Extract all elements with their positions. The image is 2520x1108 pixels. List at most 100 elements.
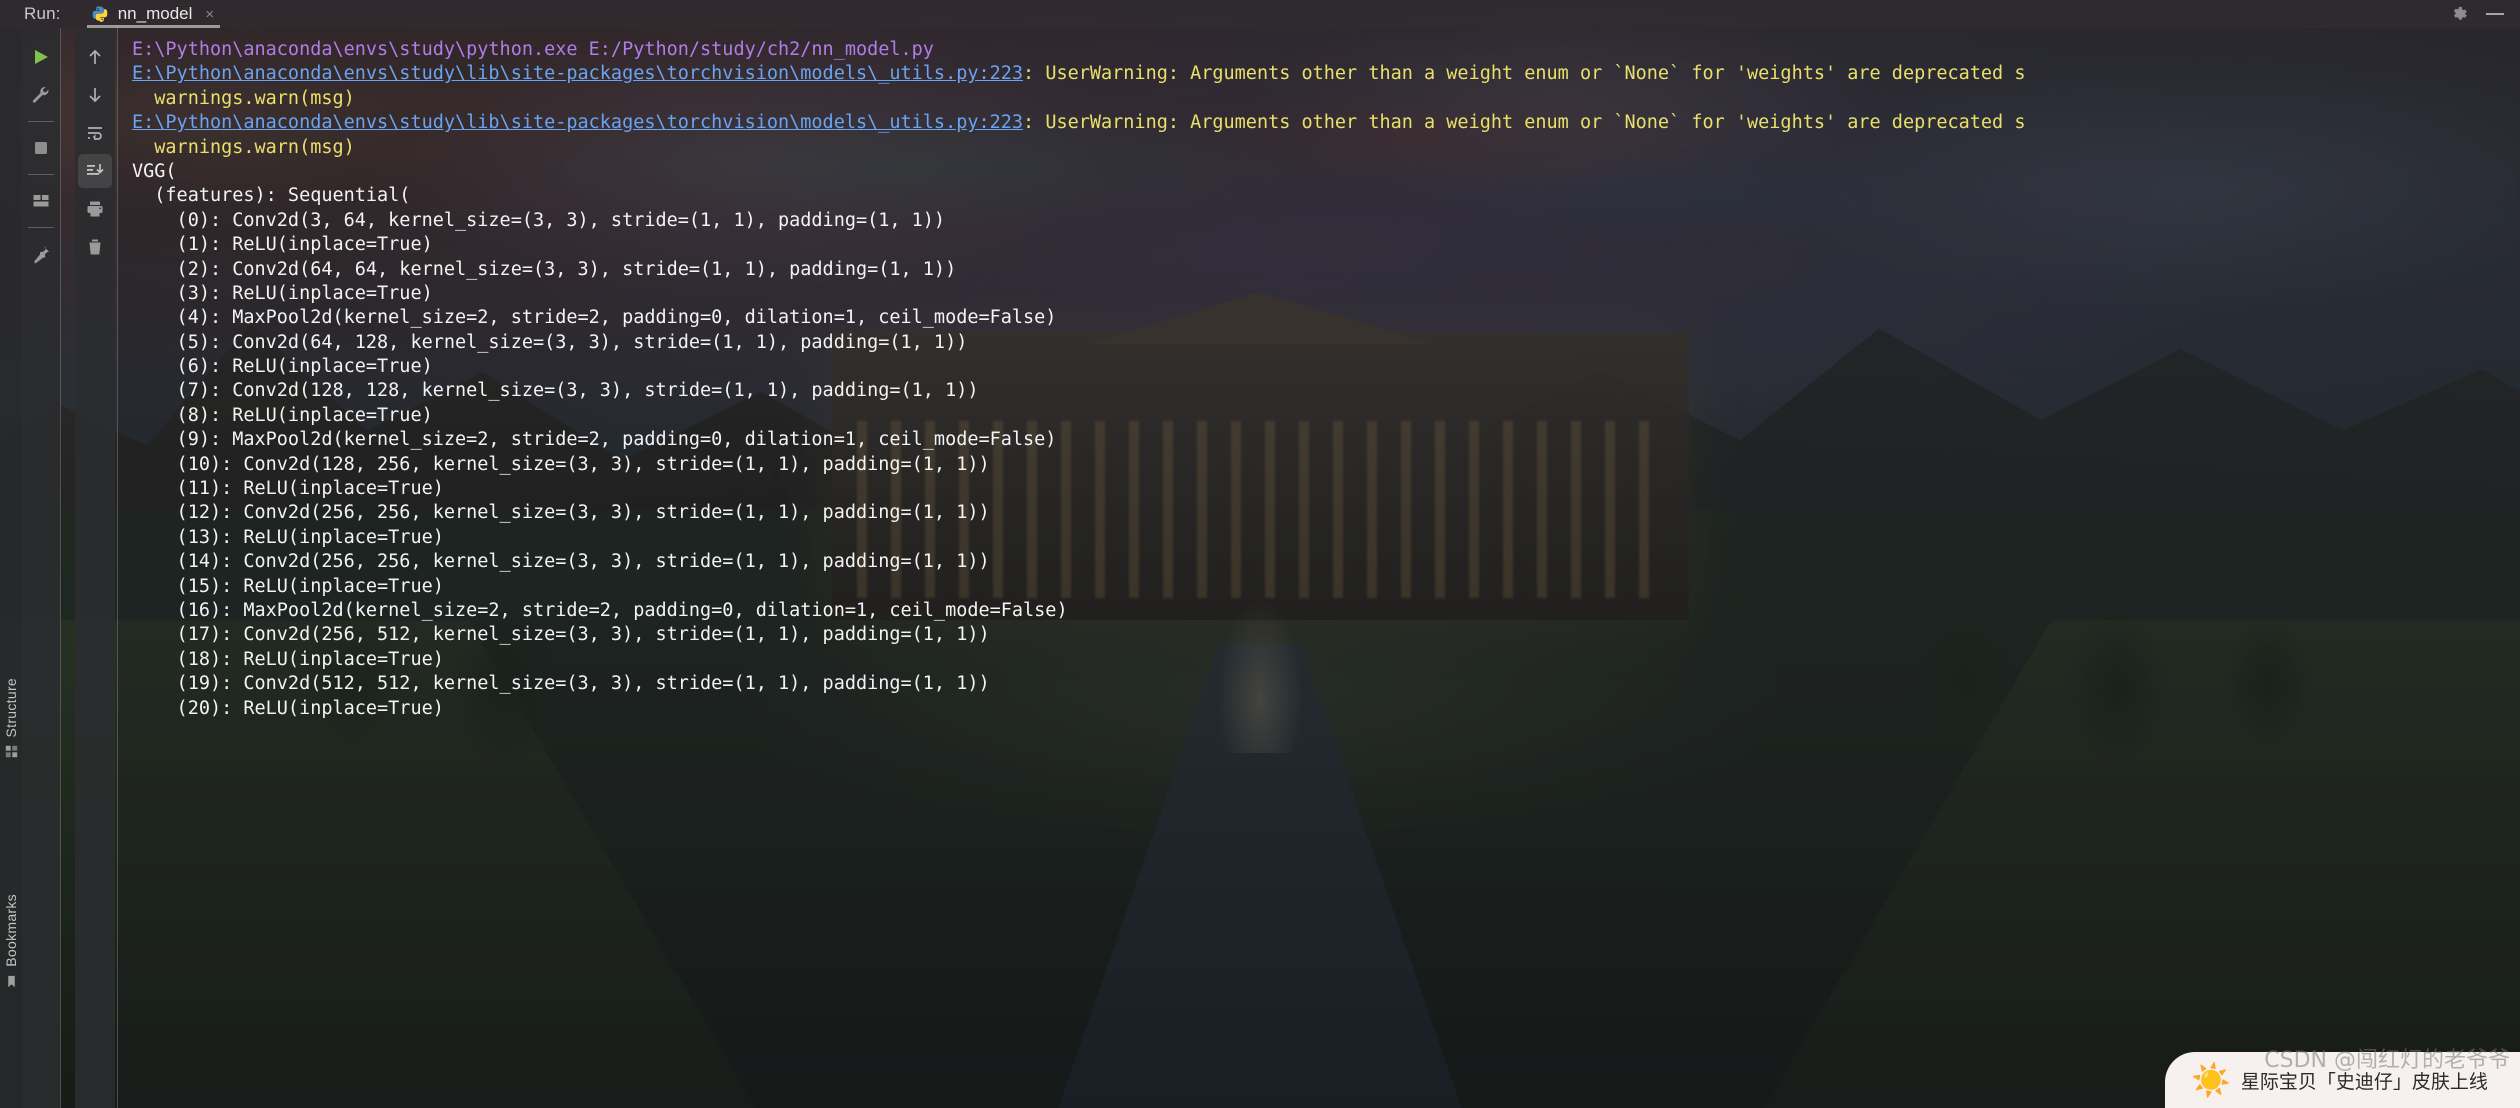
trash-icon <box>89 239 101 255</box>
printer-icon <box>87 201 103 217</box>
run-tab-strip: nn_model × <box>83 0 224 28</box>
scroll-to-end-icon <box>87 164 104 175</box>
console-line: VGG( <box>132 160 2520 184</box>
soft-wrap-button[interactable] <box>78 116 112 150</box>
python-icon <box>92 6 107 22</box>
console-line: (14): Conv2d(256, 256, kernel_size=(3, 3… <box>132 550 2520 574</box>
console-line: E:\Python\anaconda\envs\study\lib\site-p… <box>132 111 2520 135</box>
console-text: (8): ReLU(inplace=True) <box>132 404 433 426</box>
console-actions-toolbar <box>75 28 115 1108</box>
console-text: (12): Conv2d(256, 256, kernel_size=(3, 3… <box>132 502 990 524</box>
soft-wrap-icon <box>88 127 102 140</box>
sidebar-item-bookmarks-label: Bookmarks <box>3 894 19 967</box>
toolbar-divider <box>28 227 54 228</box>
console-text: (4): MaxPool2d(kernel_size=2, stride=2, … <box>132 307 1057 329</box>
left-tool-window-strip: Structure Bookmarks <box>0 28 22 1108</box>
console-text: (19): Conv2d(512, 512, kernel_size=(3, 3… <box>132 673 990 695</box>
console-text: (16): MaxPool2d(kernel_size=2, stride=2,… <box>132 599 1068 621</box>
rail-divider-2 <box>117 28 118 1108</box>
console-line: (12): Conv2d(256, 256, kernel_size=(3, 3… <box>132 501 2520 525</box>
sidebar-item-structure-label: Structure <box>3 677 19 738</box>
console-text: (10): Conv2d(128, 256, kernel_size=(3, 3… <box>132 453 990 475</box>
stop-button[interactable] <box>24 131 58 165</box>
console-line: (5): Conv2d(64, 128, kernel_size=(3, 3),… <box>132 331 2520 355</box>
edit-configurations-button[interactable] <box>24 78 58 112</box>
console-text: (5): Conv2d(64, 128, kernel_size=(3, 3),… <box>132 331 968 353</box>
console-warning-text: : UserWarning: Arguments other than a we… <box>1023 63 2026 85</box>
console-line: (10): Conv2d(128, 256, kernel_size=(3, 3… <box>132 453 2520 477</box>
console-line: (18): ReLU(inplace=True) <box>132 648 2520 672</box>
tab-nn-model[interactable]: nn_model × <box>83 0 224 28</box>
console-text: (18): ReLU(inplace=True) <box>132 648 444 670</box>
console-line: E:\Python\anaconda\envs\study\python.exe… <box>132 38 2520 62</box>
sun-icon: ☀️ <box>2191 1062 2231 1098</box>
layout-button[interactable] <box>24 184 58 218</box>
pin-icon <box>34 246 49 264</box>
console-line: (17): Conv2d(256, 512, kernel_size=(3, 3… <box>132 623 2520 647</box>
console-file-link[interactable]: E:\Python\anaconda\envs\study\lib\site-p… <box>132 63 1023 84</box>
clear-all-button[interactable] <box>78 230 112 264</box>
console-line: (8): ReLU(inplace=True) <box>132 404 2520 428</box>
scroll-to-end-button[interactable] <box>78 154 112 188</box>
run-actions-toolbar <box>22 28 60 1108</box>
console-text: (15): ReLU(inplace=True) <box>132 575 444 597</box>
header-right-controls <box>2450 5 2520 23</box>
console-text: (3): ReLU(inplace=True) <box>132 282 433 304</box>
console-line: (1): ReLU(inplace=True) <box>132 233 2520 257</box>
minimize-icon[interactable] <box>2486 13 2504 15</box>
console-line: warnings.warn(msg) <box>132 136 2520 160</box>
print-button[interactable] <box>78 192 112 226</box>
console-line: (3): ReLU(inplace=True) <box>132 282 2520 306</box>
console-line: (19): Conv2d(512, 512, kernel_size=(3, 3… <box>132 672 2520 696</box>
console-text: (6): ReLU(inplace=True) <box>132 356 433 378</box>
play-icon <box>35 50 48 64</box>
console-line: (16): MaxPool2d(kernel_size=2, stride=2,… <box>132 599 2520 623</box>
console-line: warnings.warn(msg) <box>132 87 2520 111</box>
toolbar-divider <box>28 121 54 122</box>
console-text: (9): MaxPool2d(kernel_size=2, stride=2, … <box>132 429 1057 451</box>
notification-popup[interactable]: ☀️ 星际宝贝「史迪仔」皮肤上线 <box>2165 1052 2520 1108</box>
console-line: (15): ReLU(inplace=True) <box>132 575 2520 599</box>
structure-icon <box>5 745 17 758</box>
console-text: (features): Sequential( <box>132 185 411 207</box>
run-label: Run: <box>24 4 61 23</box>
arrow-up-icon <box>89 49 101 64</box>
console-warning-text: : UserWarning: Arguments other than a we… <box>1023 112 2026 134</box>
tab-title: nn_model <box>117 4 193 23</box>
console-file-link[interactable]: E:\Python\anaconda\envs\study\lib\site-p… <box>132 112 1023 133</box>
sidebar-item-bookmarks[interactable]: Bookmarks <box>0 894 22 988</box>
run-tool-window-header: Run: nn_model × <box>0 0 2520 28</box>
toolbar-divider <box>28 174 54 175</box>
console-line: (2): Conv2d(64, 64, kernel_size=(3, 3), … <box>132 258 2520 282</box>
pycharm-run-tool-window: Run: nn_model × Structure Bookmarks E:\P… <box>0 0 2520 1108</box>
tab-active-underline <box>86 25 221 28</box>
stop-square-icon <box>35 142 47 154</box>
console-text: (11): ReLU(inplace=True) <box>132 478 444 500</box>
console-text: (7): Conv2d(128, 128, kernel_size=(3, 3)… <box>132 380 979 402</box>
console-text: (1): ReLU(inplace=True) <box>132 234 433 256</box>
console-text: VGG( <box>132 160 177 182</box>
console-output[interactable]: E:\Python\anaconda\envs\study\python.exe… <box>118 28 2520 1108</box>
console-line: (20): ReLU(inplace=True) <box>132 697 2520 721</box>
close-icon[interactable]: × <box>205 6 214 23</box>
gear-icon[interactable] <box>2450 5 2468 23</box>
console-line: (0): Conv2d(3, 64, kernel_size=(3, 3), s… <box>132 209 2520 233</box>
rail-divider-1 <box>60 28 61 1108</box>
pin-tab-button[interactable] <box>24 237 58 271</box>
rerun-button[interactable] <box>24 40 58 74</box>
console-text: warnings.warn(msg) <box>132 87 355 109</box>
console-text: warnings.warn(msg) <box>132 136 355 158</box>
wrench-icon <box>32 87 49 103</box>
console-line: (features): Sequential( <box>132 184 2520 208</box>
console-line: (9): MaxPool2d(kernel_size=2, stride=2, … <box>132 428 2520 452</box>
console-line: (7): Conv2d(128, 128, kernel_size=(3, 3)… <box>132 379 2520 403</box>
arrow-down-icon <box>89 88 101 103</box>
console-line: (6): ReLU(inplace=True) <box>132 355 2520 379</box>
bookmark-icon <box>7 975 15 988</box>
notification-popup-text: 星际宝贝「史迪仔」皮肤上线 <box>2240 1070 2488 1093</box>
sidebar-item-structure[interactable]: Structure <box>0 678 22 759</box>
up-the-stack-trace-button[interactable] <box>78 40 112 74</box>
console-line: (13): ReLU(inplace=True) <box>132 526 2520 550</box>
console-text: (0): Conv2d(3, 64, kernel_size=(3, 3), s… <box>132 209 946 231</box>
down-the-stack-trace-button[interactable] <box>78 78 112 112</box>
